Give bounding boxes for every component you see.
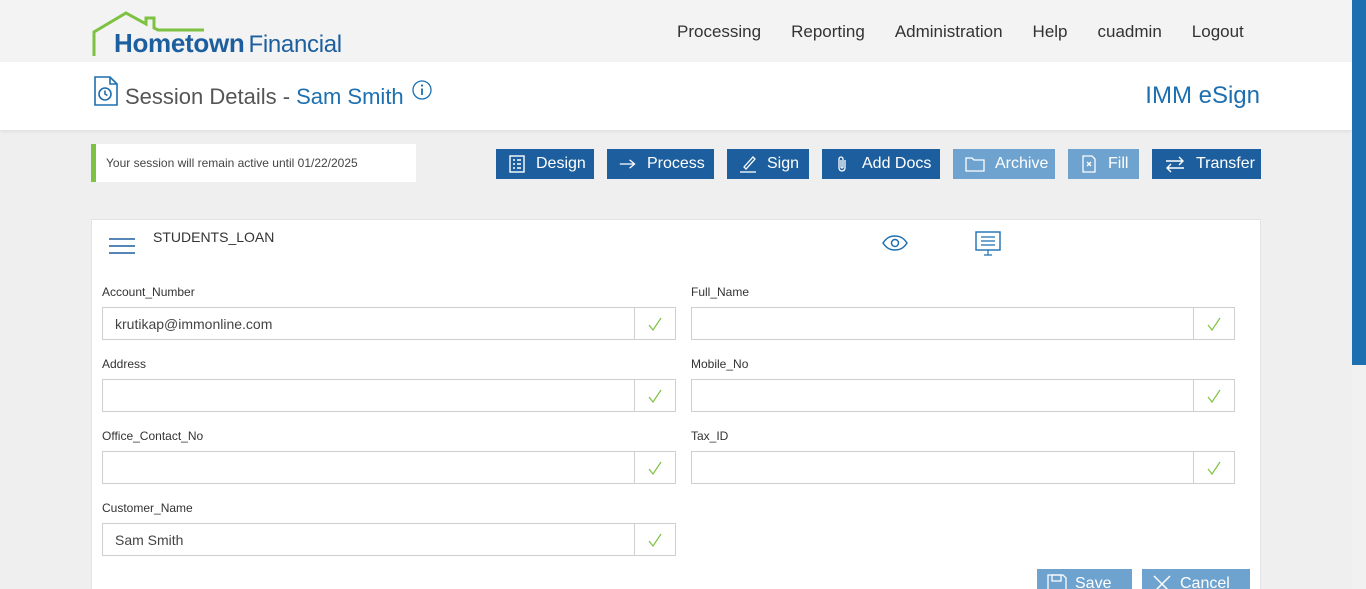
process-button[interactable]: Process [607,149,714,179]
swap-arrows-icon [1164,155,1186,173]
cancel-button-label: Cancel [1180,575,1230,589]
transfer-button-label: Transfer [1196,155,1255,172]
page-title: Session Details - Sam Smith [125,84,404,110]
save-button[interactable]: Save [1037,569,1132,589]
fill-button-label: Fill [1108,155,1129,172]
check-icon [1193,308,1234,339]
archive-button-label: Archive [995,155,1049,172]
office-contact-no-input[interactable] [103,452,634,483]
arrow-right-icon [619,155,637,173]
add-docs-button-label: Add Docs [862,155,932,172]
sign-button-label: Sign [767,155,800,172]
logo-text-bold: Hometown [114,28,245,58]
hamburger-menu-icon[interactable] [109,238,135,254]
scrollbar-thumb[interactable] [1352,0,1366,365]
document-x-icon [1080,155,1098,173]
brand-imm-esign: IMM eSign [1145,82,1260,109]
hometown-financial-logo[interactable]: Hometown Financial [92,10,372,58]
eye-preview-icon[interactable] [882,235,908,251]
nav-processing[interactable]: Processing [677,22,761,42]
page-title-label: Session Details - [125,84,291,109]
check-icon [634,380,675,411]
full-name-input[interactable] [692,308,1193,339]
field-customer-name: Customer_Name [102,501,676,556]
transfer-button[interactable]: Transfer [1152,149,1261,179]
field-label: Customer_Name [102,501,193,515]
check-icon [634,524,675,555]
save-button-label: Save [1075,575,1112,589]
top-header: Hometown Financial Processing Reporting A… [0,0,1352,62]
check-icon [1193,452,1234,483]
session-customer-name: Sam Smith [296,84,404,109]
nav-logout[interactable]: Logout [1192,22,1244,42]
info-icon[interactable] [412,80,432,100]
tax-id-input[interactable] [692,452,1193,483]
field-label: Office_Contact_No [102,429,204,443]
mobile-no-input[interactable] [692,380,1193,411]
fill-button[interactable]: Fill [1068,149,1139,179]
field-account-number: Account_Number [102,285,676,340]
nav-user-cuadmin[interactable]: cuadmin [1098,22,1162,42]
floppy-icon [1047,574,1067,589]
field-address: Address [102,357,676,412]
field-label: Tax_ID [691,429,729,443]
pen-icon [739,155,757,173]
check-icon [1193,380,1234,411]
sign-button[interactable]: Sign [727,149,809,179]
address-input[interactable] [103,380,634,411]
nav-help[interactable]: Help [1033,22,1068,42]
check-icon [634,308,675,339]
field-full-name: Full_Name [691,285,1235,340]
field-label: Mobile_No [691,357,749,371]
vertical-scrollbar[interactable] [1352,0,1366,589]
cancel-button[interactable]: Cancel [1142,569,1250,589]
presentation-screen-icon[interactable] [975,231,1001,257]
main-nav: Processing Reporting Administration Help… [677,22,1274,42]
nav-administration[interactable]: Administration [895,22,1003,42]
check-icon [634,452,675,483]
field-label: Full_Name [691,285,750,299]
close-icon [1152,574,1172,589]
field-label: Address [102,357,147,371]
list-icon [508,155,526,173]
paperclip-icon [834,155,852,173]
title-bar: Session Details - Sam Smith IMM eSign [0,62,1352,130]
process-button-label: Process [647,155,705,172]
field-tax-id: Tax_ID [691,429,1235,484]
logo-text-light: Financial [248,31,342,58]
nav-reporting[interactable]: Reporting [791,22,865,42]
action-toolbar: Design Process Sign Add Docs Archive Fil… [0,149,1366,179]
design-button-label: Design [536,155,586,172]
customer-name-input[interactable] [103,524,634,555]
add-docs-button[interactable]: Add Docs [822,149,940,179]
document-form-panel: STUDENTS_LOAN Account_Number Full_Name A… [91,219,1261,589]
session-history-icon [94,76,118,106]
design-button[interactable]: Design [496,149,594,179]
folder-icon [965,155,985,173]
archive-button[interactable]: Archive [953,149,1055,179]
field-label: Account_Number [102,285,195,299]
account-number-input[interactable] [103,308,634,339]
field-office-contact-no: Office_Contact_No [102,429,676,484]
field-mobile-no: Mobile_No [691,357,1235,412]
document-name: STUDENTS_LOAN [153,229,275,245]
